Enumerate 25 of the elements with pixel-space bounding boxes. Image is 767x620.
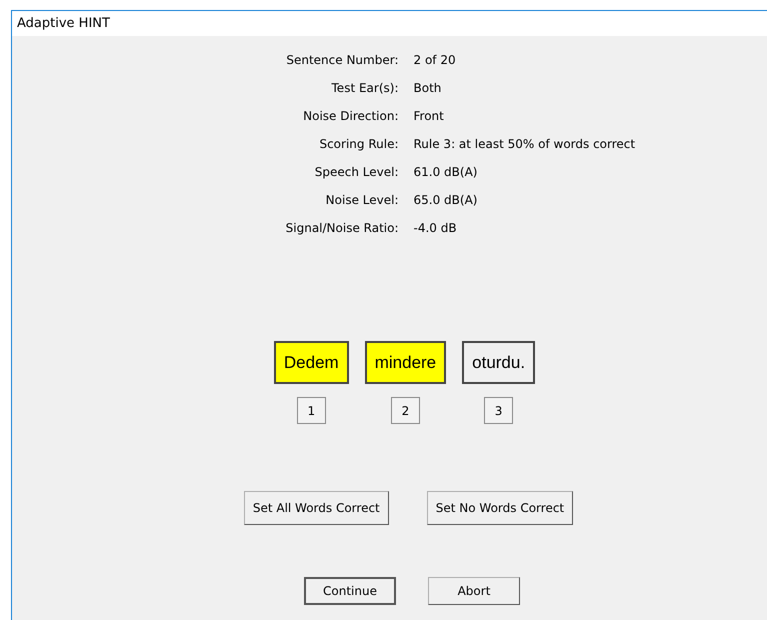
field-value: -4.0 dB (414, 220, 458, 237)
set-words-button[interactable]: Set No Words Correct (426, 491, 574, 525)
field-value: Both (414, 80, 442, 97)
word-number-button[interactable]: 3 (484, 397, 514, 424)
word-toggle[interactable]: Dedem (274, 341, 349, 384)
field-label: Noise Level: (324, 192, 398, 209)
continue-button[interactable]: Continue (304, 577, 396, 605)
field-label: Test Ear(s): (330, 80, 398, 97)
field-label: Sentence Number: (285, 52, 398, 69)
abort-button[interactable]: Abort (428, 577, 520, 605)
field-value: 65.0 dB(A) (414, 192, 478, 209)
field-value: 61.0 dB(A) (414, 164, 478, 181)
word-number-button[interactable]: 2 (390, 397, 420, 424)
word-number-button[interactable]: 1 (296, 397, 326, 424)
word-toggle[interactable]: mindere (364, 341, 446, 384)
set-words-button[interactable]: Set All Words Correct (244, 491, 389, 525)
field-value: 2 of 20 (414, 52, 457, 69)
window-title: Adaptive HINT (12, 11, 767, 36)
field-label: Signal/Noise Ratio: (284, 220, 398, 237)
field-label: Scoring Rule: (318, 136, 398, 153)
field-label: Speech Level: (314, 164, 398, 181)
field-label: Noise Direction: (302, 108, 398, 125)
field-value: Front (414, 108, 445, 125)
word-toggle[interactable]: oturdu. (462, 341, 536, 384)
field-value: Rule 3: at least 50% of words correct (414, 136, 636, 153)
